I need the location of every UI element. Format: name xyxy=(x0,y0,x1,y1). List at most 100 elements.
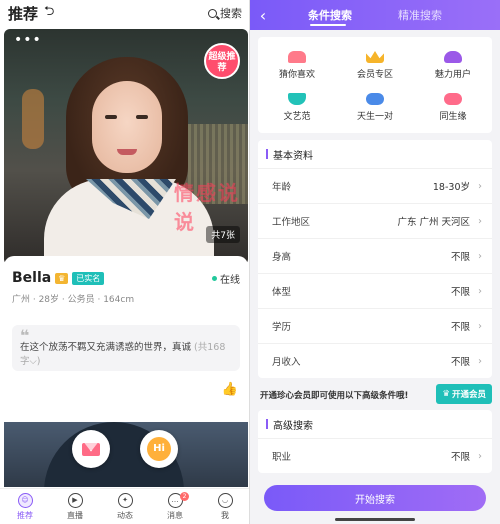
say-hi-button[interactable]: Hi xyxy=(140,430,178,468)
crown-icon xyxy=(366,51,384,63)
chevron-right-icon: › xyxy=(478,250,482,262)
search-icon xyxy=(208,8,217,18)
filter-label: 年龄 xyxy=(272,182,292,193)
crown-icon: ♛ xyxy=(55,272,69,284)
hat-icon xyxy=(444,51,462,63)
nav-label: 推荐 xyxy=(17,510,33,520)
hi-icon: Hi xyxy=(147,437,171,461)
nav-item-recommend[interactable]: ☺ 推荐 xyxy=(0,489,50,524)
filter-row-education[interactable]: 学历 不限 › xyxy=(258,308,492,343)
filter-value: 不限 xyxy=(450,322,470,333)
filter-value: 18-30岁 xyxy=(432,182,470,193)
filter-label: 学历 xyxy=(272,322,292,333)
nav-label: 直播 xyxy=(67,510,83,520)
page-title: 推荐 xyxy=(8,4,39,23)
profile-info-card[interactable]: Bella ♛ 已实名 在线 广州 · 28岁 · 公务员 · 164cm ❝ … xyxy=(4,256,248,421)
category-label: 猜你喜欢 xyxy=(278,70,315,80)
mask-icon xyxy=(288,51,306,63)
user-face-icon: ◡ xyxy=(217,492,233,508)
super-recommend-badge: 超级推荐 xyxy=(204,43,240,79)
search-header: ‹ 条件搜索 精准搜索 xyxy=(250,0,500,30)
category-label: 文艺范 xyxy=(283,112,311,122)
profile-bio[interactable]: ❝ 在这个放荡不羁又充满诱惑的世界，真诚 (共168字⌵) xyxy=(12,325,240,371)
play-icon: ▶ xyxy=(67,492,83,508)
online-label: 在线 xyxy=(220,274,240,286)
section-title: 基本资料 xyxy=(258,140,492,168)
thumbs-up-icon[interactable]: 👍 xyxy=(222,382,238,397)
bottom-nav: ☺ 推荐 ▶ 直播 ✦ 动态 … 2 消息 ◡ 我 xyxy=(0,488,250,524)
back-arrow-icon[interactable]: ‹ xyxy=(250,6,276,25)
vip-promo-text: 开通珍心会员即可使用以下高级条件哦! xyxy=(260,390,409,401)
search-label: 搜索 xyxy=(220,7,242,20)
mouth xyxy=(117,149,137,155)
filter-label: 身高 xyxy=(272,252,292,263)
glasses-icon xyxy=(288,93,306,105)
filter-row-occupation[interactable]: 职业 不限 › xyxy=(258,438,492,473)
recommend-icon: ☺ xyxy=(17,492,33,508)
verified-badge: 已实名 xyxy=(72,271,105,285)
recommend-header: 推荐 ⮌ 搜索 xyxy=(0,0,250,26)
filter-row-income[interactable]: 月收入 不限 › xyxy=(258,343,492,378)
category-artsy[interactable]: 文艺范 xyxy=(258,93,336,122)
start-search-button[interactable]: 开始搜索 xyxy=(264,485,486,511)
chevron-right-icon: › xyxy=(478,285,482,297)
face-shape xyxy=(92,81,162,173)
category-label: 魅力用户 xyxy=(434,70,471,80)
filter-value: 不限 xyxy=(450,452,470,463)
chevron-right-icon: › xyxy=(478,320,482,332)
eye-left xyxy=(105,115,117,119)
tab-condition-search[interactable]: 条件搜索 xyxy=(308,7,352,23)
active-tab-indicator xyxy=(310,24,346,26)
filter-value: 不限 xyxy=(450,287,470,298)
filter-row-body-type[interactable]: 体型 不限 › xyxy=(258,273,492,308)
crown-icon: ♛ xyxy=(442,389,450,399)
category-vip-zone[interactable]: 会员专区 xyxy=(336,51,414,80)
filter-value: 广东 广州 天河区 xyxy=(397,217,470,228)
chevron-right-icon: › xyxy=(478,180,482,192)
filter-row-age[interactable]: 年龄 18-30岁 › xyxy=(258,168,492,203)
filter-label: 月收入 xyxy=(272,357,301,368)
lamp-shape xyxy=(22,89,44,149)
nav-label: 动态 xyxy=(117,510,133,520)
basic-info-section: 基本资料 年龄 18-30岁 › 工作地区 广东 广州 天河区 › 身高 不限 … xyxy=(258,140,492,378)
search-button[interactable]: 搜索 xyxy=(208,5,242,21)
profile-photo[interactable]: ••• 超级推荐 情感说说 共7张 xyxy=(4,29,248,265)
home-indicator xyxy=(335,518,415,521)
nav-item-moments[interactable]: ✦ 动态 xyxy=(100,489,150,524)
tab-precise-search[interactable]: 精准搜索 xyxy=(398,7,442,23)
section-title: 高级搜索 xyxy=(258,410,492,438)
profile-meta: 广州 · 28岁 · 公务员 · 164cm xyxy=(12,295,135,305)
nav-item-messages[interactable]: … 2 消息 xyxy=(150,489,200,524)
category-grid: 猜你喜欢 会员专区 魅力用户 文艺范 天生一对 同生缘 xyxy=(258,37,492,133)
heart-people-icon xyxy=(444,93,462,105)
filter-label: 体型 xyxy=(272,287,292,298)
filter-row-height[interactable]: 身高 不限 › xyxy=(258,238,492,273)
category-charm-users[interactable]: 魅力用户 xyxy=(414,51,492,80)
category-label: 天生一对 xyxy=(356,112,393,122)
recommend-panel: 推荐 ⮌ 搜索 ••• 超级推荐 情感说说 共7张 Bella ♛ 已实名 在线 xyxy=(0,0,250,524)
bio-text: 在这个放荡不羁又充满诱惑的世界，真诚 xyxy=(20,342,192,353)
category-label: 会员专区 xyxy=(356,70,393,80)
envelope-icon xyxy=(82,442,100,456)
nav-item-live[interactable]: ▶ 直播 xyxy=(50,489,100,524)
open-vip-button[interactable]: ♛ 开通会员 xyxy=(436,384,492,404)
online-status: 在线 xyxy=(212,271,240,286)
couple-icon xyxy=(366,93,384,105)
nav-label: 消息 xyxy=(167,510,183,520)
next-profile-card[interactable] xyxy=(4,422,248,487)
filter-value: 不限 xyxy=(450,252,470,263)
chevron-right-icon: › xyxy=(478,450,482,462)
message-button[interactable] xyxy=(72,430,110,468)
category-perfect-match[interactable]: 天生一对 xyxy=(336,93,414,122)
more-dots-icon[interactable]: ••• xyxy=(14,33,42,47)
category-label: 同生缘 xyxy=(439,112,467,122)
compass-icon: ✦ xyxy=(117,492,133,508)
chevron-right-icon: › xyxy=(478,355,482,367)
filter-row-work-area[interactable]: 工作地区 广东 广州 天河区 › xyxy=(258,203,492,238)
online-dot-icon xyxy=(212,275,217,281)
category-guess-you-like[interactable]: 猜你喜欢 xyxy=(258,51,336,80)
refresh-icon[interactable]: ⮌ xyxy=(44,2,54,24)
open-vip-label: 开通会员 xyxy=(451,390,486,400)
category-same-fate[interactable]: 同生缘 xyxy=(414,93,492,122)
nav-item-me[interactable]: ◡ 我 xyxy=(200,489,250,524)
